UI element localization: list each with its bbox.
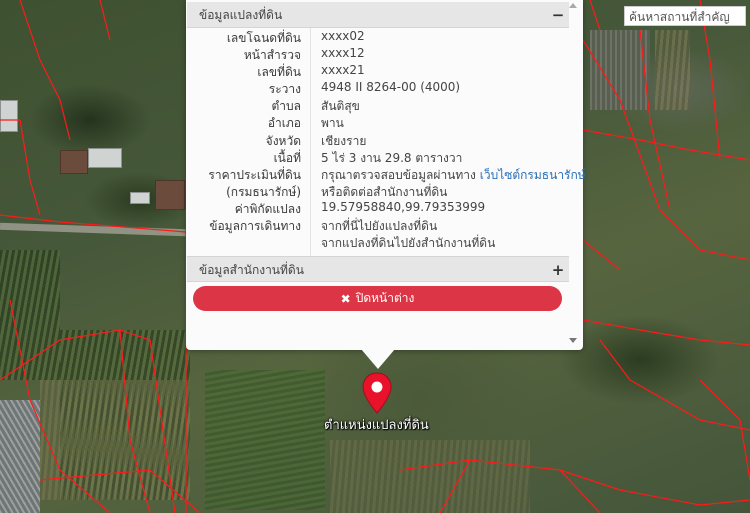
- directions-to-office-link[interactable]: จากแปลงที่ดินไปยังสำนักงานที่ดิน: [321, 234, 495, 253]
- land-info-title: ข้อมูลแปลงที่ดิน: [199, 8, 283, 22]
- info-row-deed-number: เลขโฉนดที่ดิน xxxx02: [187, 28, 569, 45]
- office-info-title: ข้อมูลสำนักงานที่ดิน: [199, 263, 304, 277]
- info-row-survey-page: หน้าสำรวจ xxxx12: [187, 45, 569, 62]
- close-button-label: ปิดหน้าต่าง: [355, 291, 415, 305]
- landmark-search-input[interactable]: ค้นหาสถานที่สำคัญ: [624, 6, 746, 26]
- map-pin-icon[interactable]: [362, 372, 392, 418]
- row-value: xxxx02: [321, 29, 365, 43]
- scroll-up-icon[interactable]: [569, 3, 577, 8]
- info-row-province: จังหวัด เชียงราย: [187, 131, 569, 148]
- row-value: xxxx12: [321, 46, 365, 61]
- info-row-subdistrict: ตำบล สันติสุข: [187, 96, 569, 113]
- info-row-appraisal-price: ราคาประเมินที่ดิน กรุณาตรวจสอบข้อมูลผ่าน…: [187, 165, 585, 182]
- office-info-header[interactable]: ข้อมูลสำนักงานที่ดิน +: [187, 256, 569, 282]
- info-row-directions-2: จากแปลงที่ดินไปยังสำนักงานที่ดิน: [187, 233, 569, 250]
- row-value: 4948 II 8264-00 (4000): [321, 80, 461, 95]
- parcel-info-popup: ข้อมูลแปลงที่ดิน − เลขโฉนดที่ดิน xxxx02 …: [186, 0, 586, 350]
- popup-pointer: [361, 349, 395, 369]
- info-row-directions: ข้อมูลการเดินทาง จากที่นี่ไปยังแปลงที่ดิ…: [187, 216, 569, 233]
- info-row-coordinates: ค่าพิกัดแปลง 19.57958840,99.79353999: [187, 199, 569, 216]
- info-row-land-number: เลขที่ดิน xxxx21: [187, 62, 569, 79]
- close-window-button[interactable]: ✖ ปิดหน้าต่าง: [193, 286, 562, 311]
- row-value: xxxx21: [321, 63, 365, 78]
- info-row-appraisal-price-2: (กรมธนารักษ์) หรือติดต่อสำนักงานที่ดิน: [187, 182, 569, 199]
- scroll-down-icon[interactable]: [569, 338, 577, 343]
- marker-label: ตำแหน่งแปลงที่ดิน: [324, 418, 429, 433]
- expand-icon[interactable]: +: [551, 257, 565, 283]
- land-info-table: เลขโฉนดที่ดิน xxxx02 หน้าสำรวจ xxxx12 เล…: [187, 28, 585, 250]
- treasury-website-link[interactable]: เว็บไซต์กรมธนารักษ์: [480, 168, 586, 182]
- collapse-icon[interactable]: −: [551, 2, 565, 28]
- land-info-header[interactable]: ข้อมูลแปลงที่ดิน −: [187, 2, 569, 28]
- price-text: กรุณาตรวจสอบข้อมูลผ่านทาง: [321, 167, 476, 182]
- info-row-area: เนื้อที่ 5 ไร่ 3 งาน 29.8 ตารางวา: [187, 148, 569, 165]
- coordinates-link[interactable]: 19.57958840,99.79353999: [321, 200, 485, 214]
- info-row-district: อำเภอ พาน: [187, 113, 569, 130]
- close-icon: ✖: [340, 291, 351, 306]
- info-row-map-sheet: ระวาง 4948 II 8264-00 (4000): [187, 79, 569, 96]
